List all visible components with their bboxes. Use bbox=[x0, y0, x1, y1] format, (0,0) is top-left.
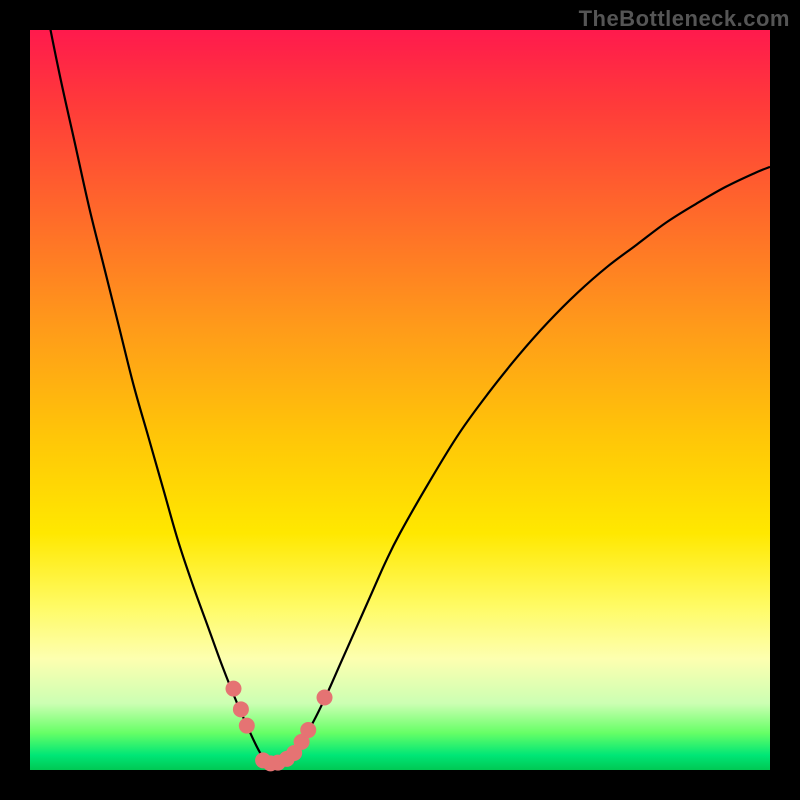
watermark-text: TheBottleneck.com bbox=[579, 6, 790, 32]
bottleneck-curve bbox=[30, 30, 770, 770]
curve-marker bbox=[300, 722, 316, 738]
curve-marker bbox=[233, 701, 249, 717]
plot-area bbox=[30, 30, 770, 770]
curve-markers bbox=[226, 681, 333, 772]
curve-marker bbox=[226, 681, 242, 697]
curve-line bbox=[30, 0, 770, 764]
curve-marker bbox=[317, 689, 333, 705]
curve-marker bbox=[239, 718, 255, 734]
chart-frame: TheBottleneck.com bbox=[0, 0, 800, 800]
